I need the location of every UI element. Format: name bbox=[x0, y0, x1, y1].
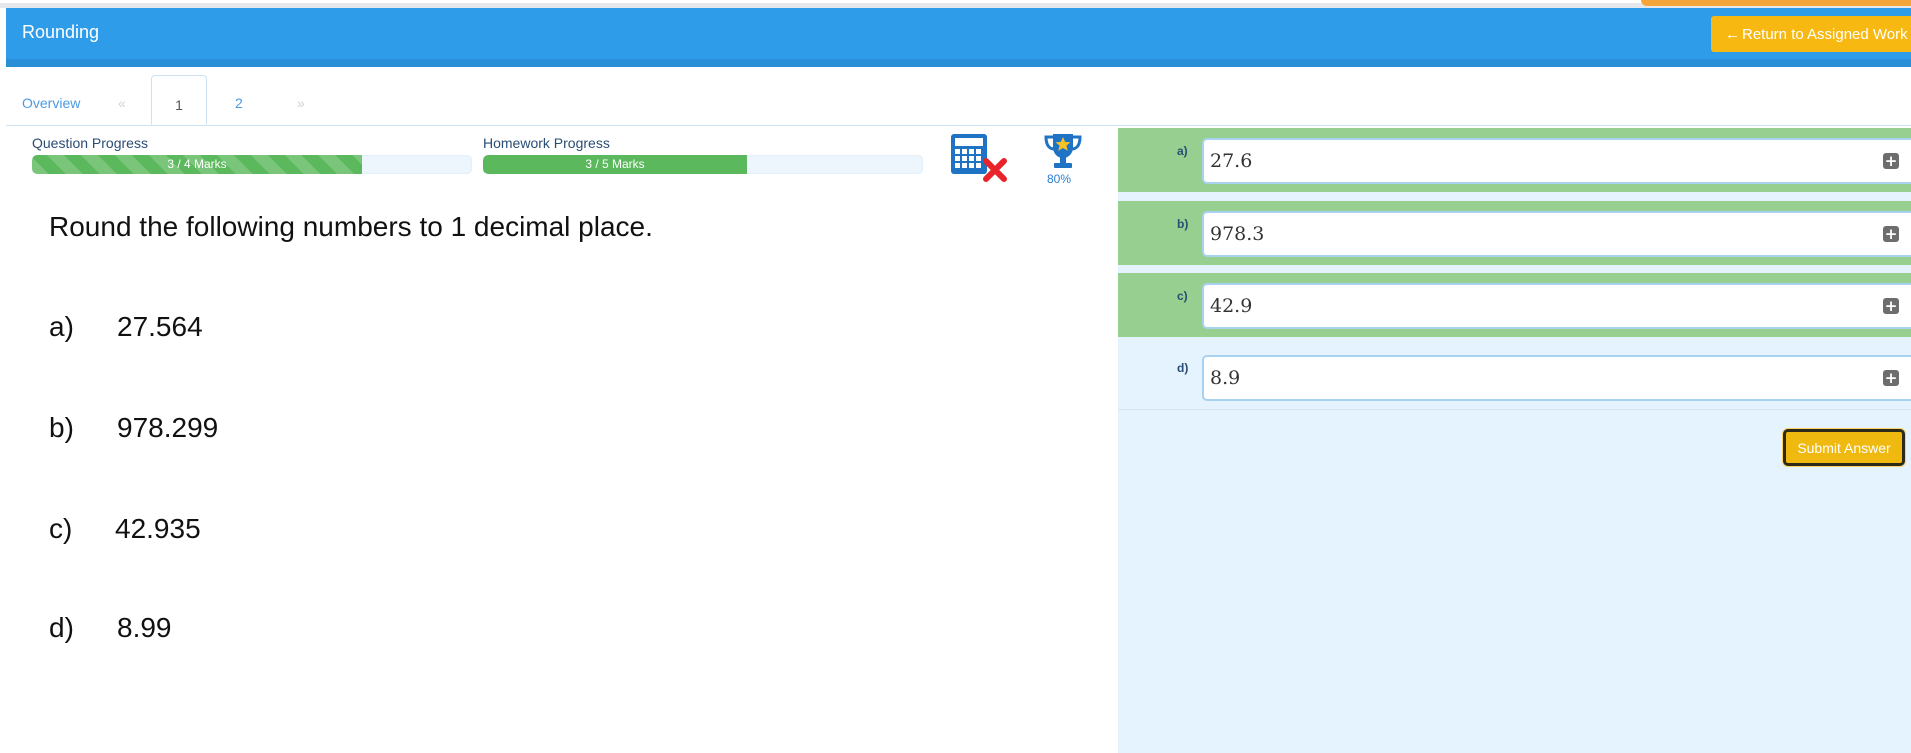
page-title: Rounding bbox=[22, 22, 100, 42]
return-button-label: Return to Assigned Work bbox=[1742, 25, 1908, 43]
question-part-a: a) 27.564 bbox=[49, 311, 203, 343]
plus-square-icon[interactable]: + bbox=[1883, 370, 1899, 386]
question-progress-bar: 3 / 4 Marks bbox=[32, 155, 472, 174]
question-part-letter: b) bbox=[49, 412, 74, 443]
answer-letter: d) bbox=[1177, 361, 1189, 375]
calculator-not-allowed-icon bbox=[951, 134, 1007, 182]
top-strip bbox=[0, 0, 1911, 8]
answer-input-d[interactable] bbox=[1202, 355, 1911, 401]
return-to-assigned-work-button[interactable]: ← Return to Assigned Work bbox=[1711, 16, 1911, 52]
question-progress-label: Question Progress bbox=[32, 135, 148, 151]
answer-letter: c) bbox=[1177, 289, 1188, 303]
question-prompt: Round the following numbers to 1 decimal… bbox=[49, 211, 653, 242]
answer-input-c[interactable] bbox=[1202, 283, 1911, 329]
tab-question-2[interactable]: 2 bbox=[235, 95, 243, 111]
trophy-percent: 80% bbox=[1047, 172, 1072, 186]
answer-input-a[interactable] bbox=[1202, 138, 1911, 184]
answer-row-b: b) + bbox=[1118, 201, 1911, 265]
question-part-b: b) 978.299 bbox=[49, 412, 218, 444]
tab-question-1[interactable]: 1 bbox=[151, 75, 207, 125]
top-strip-accent bbox=[1641, 0, 1911, 6]
question-part-value: 42.935 bbox=[115, 513, 201, 544]
tab-previous[interactable]: « bbox=[118, 95, 126, 111]
header-bar: Rounding ← Return to Assigned Work bbox=[6, 8, 1911, 67]
tab-overview[interactable]: Overview bbox=[22, 95, 80, 111]
question-part-letter: d) bbox=[49, 612, 74, 643]
question-part-letter: a) bbox=[49, 311, 74, 342]
question-progress-text: 3 / 4 Marks bbox=[167, 157, 227, 171]
answer-input-b[interactable] bbox=[1202, 211, 1911, 257]
plus-square-icon[interactable]: + bbox=[1883, 153, 1899, 169]
tab-next[interactable]: » bbox=[297, 95, 305, 111]
question-part-c: c) 42.935 bbox=[49, 513, 201, 545]
question-part-value: 27.564 bbox=[117, 311, 203, 342]
homework-progress-label: Homework Progress bbox=[483, 135, 610, 151]
arrow-left-icon: ← bbox=[1725, 25, 1740, 43]
answer-letter: b) bbox=[1177, 217, 1189, 231]
trophy-icon bbox=[1044, 134, 1082, 168]
submit-answer-button[interactable]: Submit Answer bbox=[1783, 429, 1905, 466]
question-part-letter: c) bbox=[49, 513, 73, 544]
answer-row-a: a) + bbox=[1118, 128, 1911, 192]
plus-square-icon[interactable]: + bbox=[1883, 298, 1899, 314]
question-tabs: Overview « 1 2 » bbox=[6, 67, 1911, 126]
homework-progress-bar: 3 / 5 Marks bbox=[483, 155, 923, 174]
answer-letter: a) bbox=[1177, 144, 1188, 158]
question-part-d: d) 8.99 bbox=[49, 612, 172, 644]
question-part-value: 978.299 bbox=[117, 412, 219, 443]
answer-row-d: d) + bbox=[1118, 345, 1911, 410]
question-part-value: 8.99 bbox=[117, 612, 172, 643]
homework-progress-text: 3 / 5 Marks bbox=[585, 157, 645, 171]
plus-square-icon[interactable]: + bbox=[1883, 226, 1899, 242]
answer-row-c: c) + bbox=[1118, 273, 1911, 337]
